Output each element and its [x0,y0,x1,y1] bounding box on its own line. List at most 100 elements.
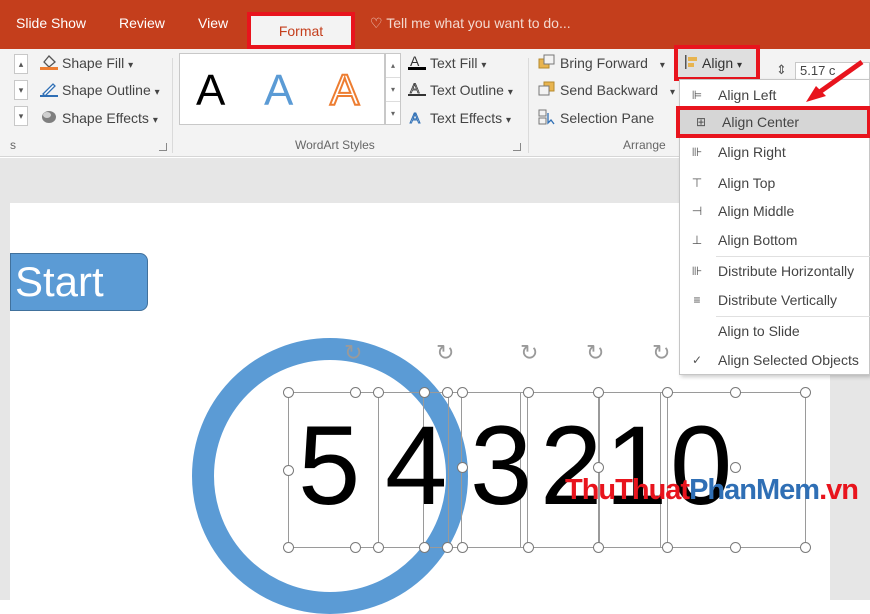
tab-format[interactable]: Format [247,12,355,49]
dialog-launcher-icon[interactable] [159,143,167,151]
wordart-style-black[interactable]: A [196,66,225,116]
resize-handle[interactable] [457,542,468,553]
align-icon [684,54,698,73]
resize-handle[interactable] [593,387,604,398]
tab-review[interactable]: Review [119,15,165,31]
digit-5[interactable]: 5 [298,410,360,522]
send-backward-button[interactable]: Send Backward ▾ [538,81,675,100]
rotate-handle-icon[interactable]: ↻ [652,340,670,366]
menu-item-distribute-horizontally[interactable]: ⊪ Distribute Horizontally [680,257,870,285]
shape-fill-button[interactable]: Shape Fill ▾ [40,54,133,73]
text-outline-button[interactable]: A Text Outline ▾ [408,80,513,100]
wordart-style-blue[interactable]: A [264,66,293,116]
align-button[interactable]: Align ▾ [674,45,760,81]
send-backward-label: Send Backward [560,82,659,98]
resize-handle[interactable] [800,542,811,553]
resize-handle[interactable] [373,542,384,553]
chevron-down-icon: ▾ [506,115,512,126]
watermark-part3: .vn [819,474,859,506]
wordart-styles-gallery: A A A [179,53,385,125]
gallery-scroll-down[interactable]: ▾ [14,80,28,100]
menu-item-align-right[interactable]: ⊪ Align Right [680,138,870,166]
start-shape[interactable]: Start [10,253,148,311]
rotate-handle-icon[interactable]: ↻ [520,340,538,366]
watermark-part2: PhanMem [689,474,820,506]
shape-effects-button[interactable]: Shape Effects ▾ [40,109,158,128]
shape-outline-button[interactable]: Shape Outline ▾ [40,81,160,100]
ribbon-tab-bar: Slide Show Review View Format ♡ Tell me … [0,0,870,49]
digit-4[interactable]: 4 [385,410,447,522]
resize-handle[interactable] [523,387,534,398]
text-fill-button[interactable]: A Text Fill ▾ [408,53,487,73]
wordart-style-orange-outline[interactable]: A [329,65,360,116]
tab-slide-show[interactable]: Slide Show [16,15,86,31]
chevron-down-icon: ▾ [737,60,743,71]
align-middle-icon: ⊣ [691,204,703,218]
chevron-down-icon: ▾ [481,60,487,71]
menu-item-align-top[interactable]: ⊤ Align Top [680,169,870,197]
chevron-down-icon: ▾ [128,60,134,71]
resize-handle[interactable] [730,387,741,398]
resize-handle[interactable] [457,462,468,473]
tab-view[interactable]: View [198,15,228,31]
wordart-gallery-scroll[interactable]: ▴ ▾ ▾ [385,53,401,125]
tell-me-search[interactable]: ♡ Tell me what you want to do... [370,15,571,32]
resize-handle[interactable] [283,387,294,398]
chevron-up-icon[interactable]: ▴ [386,54,400,78]
resize-handle[interactable] [419,542,430,553]
watermark: ThuThuatPhanMem.vn [565,474,859,507]
menu-item-align-center[interactable]: ⊞ Align Center [676,106,870,138]
menu-item-align-selected-objects[interactable]: ✓ Align Selected Objects [680,346,870,374]
text-fill-icon: A [408,53,426,73]
more-icon[interactable]: ▾ [386,102,400,126]
menu-item-label: Align to Slide [718,323,800,339]
checkmark-icon: ✓ [691,353,703,367]
resize-handle[interactable] [442,387,453,398]
digit-3[interactable]: 3 [470,410,532,522]
resize-handle[interactable] [350,387,361,398]
menu-item-align-to-slide[interactable]: Align to Slide [680,317,870,345]
resize-handle[interactable] [730,542,741,553]
selection-pane-button[interactable]: Selection Pane [538,109,654,128]
selection-pane-icon [538,109,556,128]
resize-handle[interactable] [662,542,673,553]
paint-bucket-icon [40,54,58,73]
resize-handle[interactable] [419,387,430,398]
align-bottom-icon: ⊥ [691,233,703,247]
chevron-down-icon[interactable]: ▾ [670,87,675,98]
chevron-down-icon[interactable]: ▾ [386,78,400,102]
resize-handle[interactable] [730,462,741,473]
chevron-down-icon[interactable]: ▾ [660,60,665,71]
dialog-launcher-icon[interactable] [513,143,521,151]
gallery-more[interactable]: ▾ [14,106,28,126]
resize-handle[interactable] [800,387,811,398]
pencil-icon [40,81,58,100]
text-effects-button[interactable]: A Text Effects ▾ [408,109,512,128]
rotate-handle-icon[interactable]: ↻ [344,340,362,366]
resize-handle[interactable] [283,465,294,476]
resize-handle[interactable] [457,387,468,398]
align-dropdown-menu: ⊫ Align Left ⊞ Align Center ⊪ Align Righ… [676,79,870,375]
shape-effects-label: Shape Effects [62,110,149,126]
resize-handle[interactable] [350,542,361,553]
bring-forward-button[interactable]: Bring Forward ▾ [538,54,665,73]
group-divider [528,58,529,153]
menu-item-align-middle[interactable]: ⊣ Align Middle [680,197,870,225]
menu-item-distribute-vertically[interactable]: ≡ Distribute Vertically [680,286,870,314]
gallery-scroll-up[interactable]: ▴ [14,54,28,74]
menu-item-align-bottom[interactable]: ⊥ Align Bottom [680,226,870,254]
rotate-handle-icon[interactable]: ↻ [436,340,454,366]
align-left-icon: ⊫ [691,88,703,102]
resize-handle[interactable] [373,387,384,398]
resize-handle[interactable] [593,542,604,553]
resize-handle[interactable] [593,462,604,473]
bring-forward-label: Bring Forward [560,55,648,71]
text-fill-label: Text Fill [430,55,478,71]
rotate-handle-icon[interactable]: ↻ [586,340,604,366]
svg-text:A: A [410,110,420,125]
resize-handle[interactable] [523,542,534,553]
resize-handle[interactable] [283,542,294,553]
resize-handle[interactable] [662,387,673,398]
resize-handle[interactable] [442,542,453,553]
menu-item-label: Align Middle [718,203,795,219]
